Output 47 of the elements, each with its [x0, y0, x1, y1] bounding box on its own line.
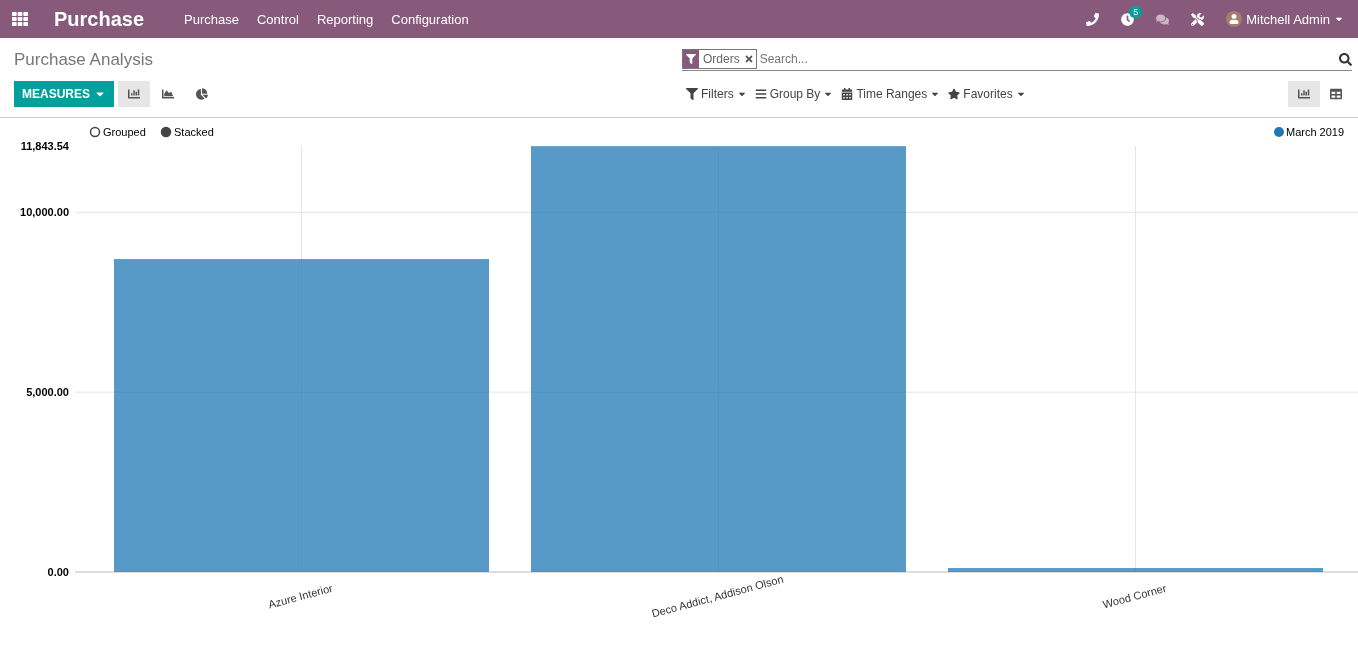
- radio-label[interactable]: Grouped: [103, 126, 146, 138]
- measures-button[interactable]: MEASURES: [14, 81, 114, 107]
- axis-tick-label: 10,000.00: [20, 206, 69, 219]
- page-title: Purchase Analysis: [14, 49, 154, 70]
- phone-icon[interactable]: [1086, 12, 1100, 26]
- category-label: Azure Interior: [267, 581, 334, 611]
- category-label: Wood Corner: [1101, 581, 1168, 611]
- pie-chart-icon: [196, 88, 208, 100]
- dropdown-button[interactable]: Favorites: [944, 87, 1030, 101]
- chat-bubbles-icon[interactable]: [1156, 12, 1170, 26]
- area-chart-icon: [162, 88, 174, 100]
- radio-button[interactable]: [89, 126, 101, 138]
- apps-grid-icon[interactable]: [12, 11, 28, 27]
- clock-icon[interactable]: [1121, 12, 1135, 26]
- graph-view-button[interactable]: [1288, 81, 1320, 107]
- bar-chart-icon: [128, 88, 140, 100]
- menu-link[interactable]: Purchase: [184, 11, 239, 27]
- bar-chart-icon: [1298, 88, 1310, 100]
- dropdown-button[interactable]: Group By: [750, 87, 838, 101]
- list-icon: [754, 88, 767, 100]
- dropdown-button[interactable]: Filters: [682, 87, 751, 101]
- bar-chart-button[interactable]: [118, 81, 150, 107]
- search-icon[interactable]: [1339, 52, 1352, 66]
- tools-icon[interactable]: [1191, 12, 1205, 26]
- menu-link[interactable]: Reporting: [316, 11, 374, 27]
- legend-label[interactable]: March 2019: [1286, 126, 1345, 138]
- table-icon: [1330, 88, 1342, 100]
- filter-icon: [686, 88, 698, 100]
- activity-count-badge: 5: [1129, 5, 1143, 18]
- dropdown-button[interactable]: Time Ranges: [837, 87, 945, 101]
- calendar-icon: [841, 88, 854, 100]
- menu-link[interactable]: Configuration: [391, 11, 469, 27]
- menu-link[interactable]: Control: [257, 11, 299, 27]
- avatar[interactable]: [1226, 11, 1243, 27]
- category-label: Deco Addict, Addison Olson: [650, 572, 785, 620]
- axis-tick-label: 11,843.54: [20, 140, 69, 152]
- filter-icon: [683, 50, 699, 68]
- axis-tick-label: 0.00: [47, 566, 69, 578]
- user-name[interactable]: Mitchell Admin: [1246, 11, 1330, 27]
- filter-facet[interactable]: Orders: [682, 49, 757, 69]
- radio-label[interactable]: Stacked: [174, 126, 214, 138]
- facet-label: Orders: [702, 52, 741, 66]
- radio-button[interactable]: [160, 126, 172, 138]
- axis-tick-label: 5,000.00: [26, 386, 69, 399]
- star-icon: [948, 88, 961, 100]
- close-icon[interactable]: [743, 54, 754, 64]
- app-title: Purchase: [54, 7, 145, 31]
